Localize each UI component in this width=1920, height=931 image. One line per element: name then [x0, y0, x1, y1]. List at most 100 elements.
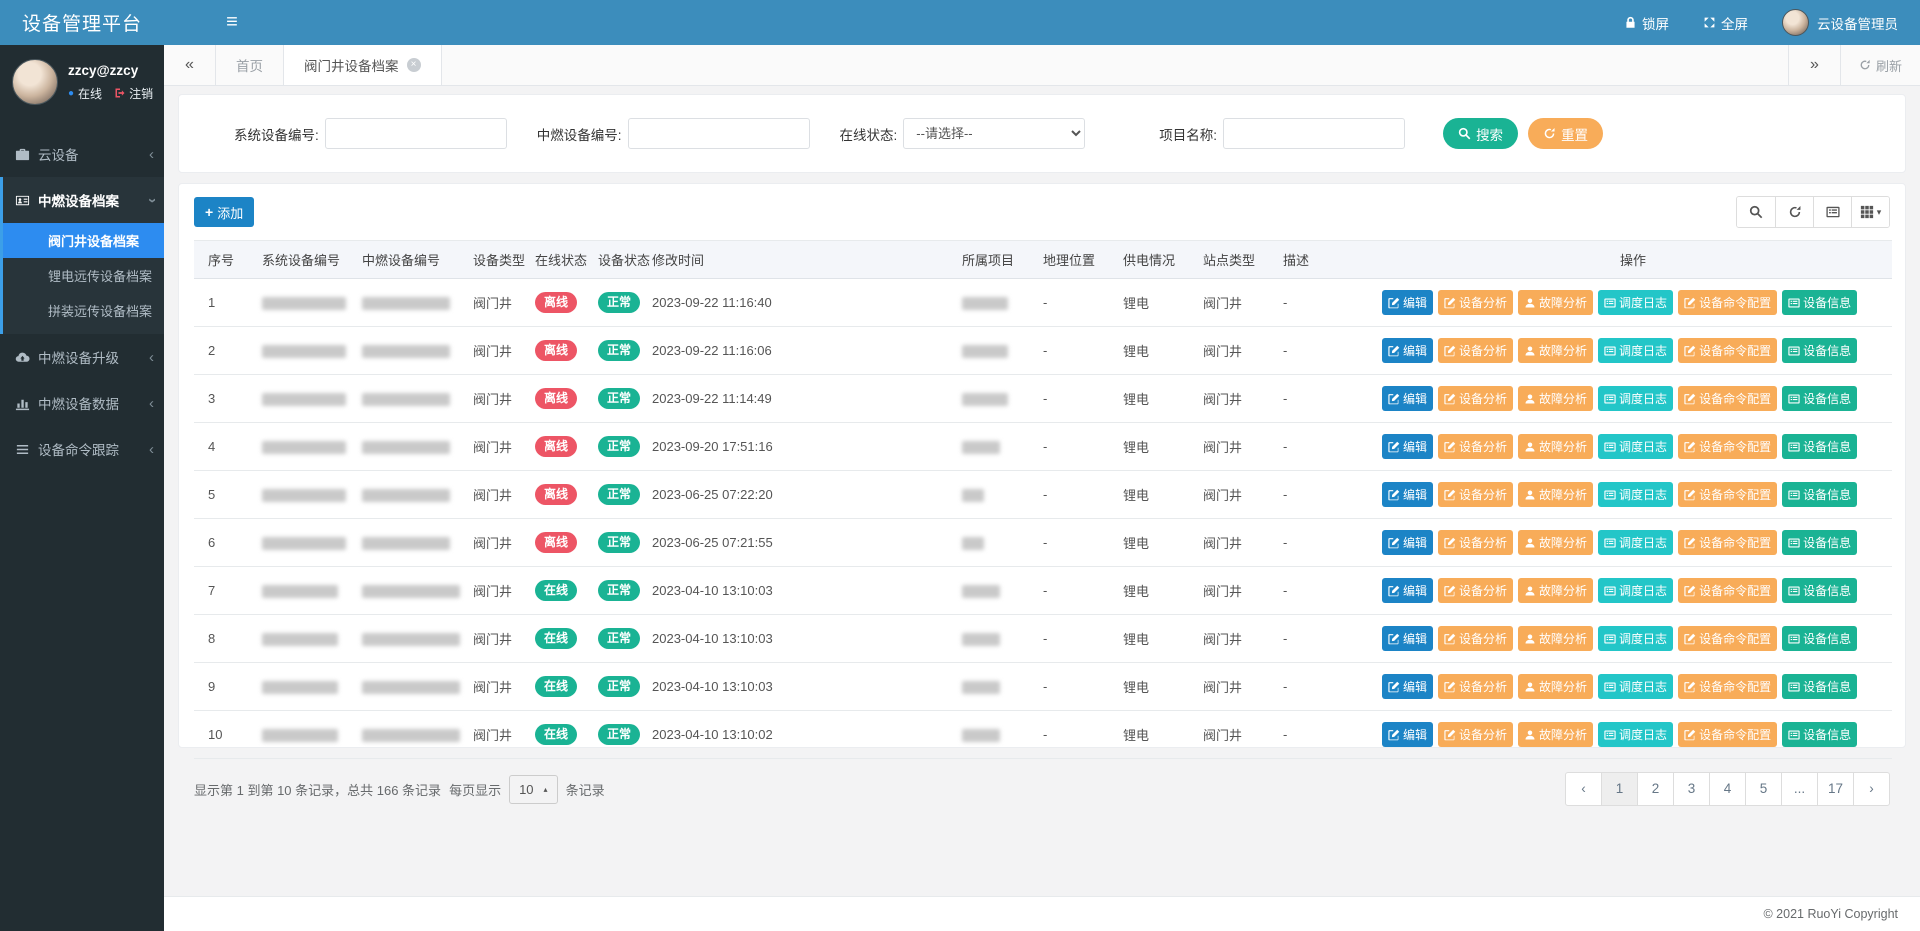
- edit-button[interactable]: 编辑: [1382, 578, 1433, 603]
- dispatch-log-button[interactable]: 调度日志: [1598, 530, 1673, 555]
- device-command-config-button[interactable]: 设备命令配置: [1678, 386, 1777, 411]
- edit-button[interactable]: 编辑: [1382, 722, 1433, 747]
- device-info-button[interactable]: 设备信息: [1782, 722, 1857, 747]
- dispatch-log-button[interactable]: 调度日志: [1598, 482, 1673, 507]
- device-info-button[interactable]: 设备信息: [1782, 626, 1857, 651]
- device-analysis-button[interactable]: 设备分析: [1438, 530, 1513, 555]
- page-button[interactable]: 2: [1637, 772, 1674, 806]
- tabs-scroll-left-button[interactable]: «: [164, 45, 216, 85]
- table-search-button[interactable]: [1737, 197, 1775, 227]
- fault-analysis-button[interactable]: 故障分析: [1518, 434, 1593, 459]
- page-button[interactable]: 17: [1817, 772, 1854, 806]
- dispatch-log-button[interactable]: 调度日志: [1598, 578, 1673, 603]
- edit-button[interactable]: 编辑: [1382, 434, 1433, 459]
- dispatch-log-button[interactable]: 调度日志: [1598, 626, 1673, 651]
- page-button[interactable]: 3: [1673, 772, 1710, 806]
- fault-analysis-button[interactable]: 故障分析: [1518, 626, 1593, 651]
- sidebar-subitem[interactable]: 锂电远传设备档案: [3, 258, 164, 293]
- device-info-button[interactable]: 设备信息: [1782, 674, 1857, 699]
- sidebar-toggle-button[interactable]: ≡: [212, 0, 252, 45]
- sidebar-item[interactable]: 设备命令跟踪‹: [0, 426, 164, 472]
- fault-analysis-button[interactable]: 故障分析: [1518, 386, 1593, 411]
- device-info-button[interactable]: 设备信息: [1782, 386, 1857, 411]
- page-button[interactable]: 4: [1709, 772, 1746, 806]
- fault-analysis-button[interactable]: 故障分析: [1518, 674, 1593, 699]
- edit-button[interactable]: 编辑: [1382, 626, 1433, 651]
- prev-page-button[interactable]: ‹: [1565, 772, 1602, 806]
- sidebar-item[interactable]: 云设备‹: [0, 131, 164, 177]
- edit-button[interactable]: 编辑: [1382, 338, 1433, 363]
- zr-device-no-input[interactable]: [628, 118, 810, 149]
- device-command-config-button[interactable]: 设备命令配置: [1678, 482, 1777, 507]
- sidebar-item[interactable]: 中燃设备升级‹: [0, 334, 164, 380]
- device-analysis-button[interactable]: 设备分析: [1438, 722, 1513, 747]
- next-page-button[interactable]: ›: [1853, 772, 1890, 806]
- device-analysis-button[interactable]: 设备分析: [1438, 338, 1513, 363]
- edit-button[interactable]: 编辑: [1382, 530, 1433, 555]
- table-detail-view-button[interactable]: [1813, 197, 1851, 227]
- dispatch-log-button[interactable]: 调度日志: [1598, 722, 1673, 747]
- device-command-config-button[interactable]: 设备命令配置: [1678, 578, 1777, 603]
- device-info-button[interactable]: 设备信息: [1782, 482, 1857, 507]
- device-analysis-button[interactable]: 设备分析: [1438, 434, 1513, 459]
- close-tab-icon[interactable]: ×: [407, 58, 421, 72]
- sidebar-subitem[interactable]: 拼装远传设备档案: [3, 293, 164, 328]
- project-name-input[interactable]: [1223, 118, 1405, 149]
- device-info-button[interactable]: 设备信息: [1782, 290, 1857, 315]
- device-analysis-button[interactable]: 设备分析: [1438, 290, 1513, 315]
- system-device-no-input[interactable]: [325, 118, 507, 149]
- search-button[interactable]: 搜索: [1443, 118, 1518, 149]
- page-size-select[interactable]: 10 ▴: [509, 775, 557, 804]
- fault-analysis-button[interactable]: 故障分析: [1518, 722, 1593, 747]
- device-command-config-button[interactable]: 设备命令配置: [1678, 722, 1777, 747]
- edit-button[interactable]: 编辑: [1382, 386, 1433, 411]
- lock-screen-button[interactable]: 锁屏: [1624, 13, 1669, 33]
- table-columns-button[interactable]: ▾: [1851, 197, 1889, 227]
- edit-button[interactable]: 编辑: [1382, 482, 1433, 507]
- dispatch-log-button[interactable]: 调度日志: [1598, 386, 1673, 411]
- fullscreen-button[interactable]: 全屏: [1703, 13, 1748, 33]
- device-analysis-button[interactable]: 设备分析: [1438, 482, 1513, 507]
- page-button[interactable]: ...: [1781, 772, 1818, 806]
- user-menu[interactable]: 云设备管理员: [1782, 9, 1898, 36]
- device-command-config-button[interactable]: 设备命令配置: [1678, 290, 1777, 315]
- dispatch-log-button[interactable]: 调度日志: [1598, 338, 1673, 363]
- dispatch-log-button[interactable]: 调度日志: [1598, 674, 1673, 699]
- device-info-button[interactable]: 设备信息: [1782, 338, 1857, 363]
- device-command-config-button[interactable]: 设备命令配置: [1678, 338, 1777, 363]
- reset-button[interactable]: 重置: [1528, 118, 1603, 149]
- fault-analysis-button[interactable]: 故障分析: [1518, 482, 1593, 507]
- device-analysis-button[interactable]: 设备分析: [1438, 674, 1513, 699]
- tab-home[interactable]: 首页: [216, 45, 283, 85]
- device-analysis-button[interactable]: 设备分析: [1438, 578, 1513, 603]
- add-button[interactable]: + 添加: [194, 197, 254, 227]
- device-command-config-button[interactable]: 设备命令配置: [1678, 530, 1777, 555]
- edit-button[interactable]: 编辑: [1382, 674, 1433, 699]
- device-info-button[interactable]: 设备信息: [1782, 578, 1857, 603]
- fault-analysis-button[interactable]: 故障分析: [1518, 290, 1593, 315]
- page-button[interactable]: 1: [1601, 772, 1638, 806]
- refresh-tab-button[interactable]: 刷新: [1840, 45, 1920, 85]
- device-info-button[interactable]: 设备信息: [1782, 530, 1857, 555]
- fault-analysis-button[interactable]: 故障分析: [1518, 530, 1593, 555]
- device-command-config-button[interactable]: 设备命令配置: [1678, 674, 1777, 699]
- fault-analysis-button[interactable]: 故障分析: [1518, 578, 1593, 603]
- table-refresh-button[interactable]: [1775, 197, 1813, 227]
- sidebar-subitem[interactable]: 阀门井设备档案: [3, 223, 164, 258]
- fault-analysis-button[interactable]: 故障分析: [1518, 338, 1593, 363]
- device-analysis-button[interactable]: 设备分析: [1438, 386, 1513, 411]
- page-button[interactable]: 5: [1745, 772, 1782, 806]
- dispatch-log-button[interactable]: 调度日志: [1598, 434, 1673, 459]
- tab-valve-well-archive[interactable]: 阀门井设备档案 ×: [283, 45, 442, 85]
- sidebar-item[interactable]: 中燃设备档案‹: [0, 177, 164, 223]
- device-command-config-button[interactable]: 设备命令配置: [1678, 434, 1777, 459]
- sidebar-item[interactable]: 中燃设备数据‹: [0, 380, 164, 426]
- device-info-button[interactable]: 设备信息: [1782, 434, 1857, 459]
- device-analysis-button[interactable]: 设备分析: [1438, 626, 1513, 651]
- device-command-config-button[interactable]: 设备命令配置: [1678, 626, 1777, 651]
- dispatch-log-button[interactable]: 调度日志: [1598, 290, 1673, 315]
- online-status-select[interactable]: --请选择--: [903, 118, 1085, 149]
- tabs-scroll-right-button[interactable]: »: [1788, 45, 1840, 85]
- logout-link[interactable]: 注销: [114, 85, 153, 102]
- edit-button[interactable]: 编辑: [1382, 290, 1433, 315]
